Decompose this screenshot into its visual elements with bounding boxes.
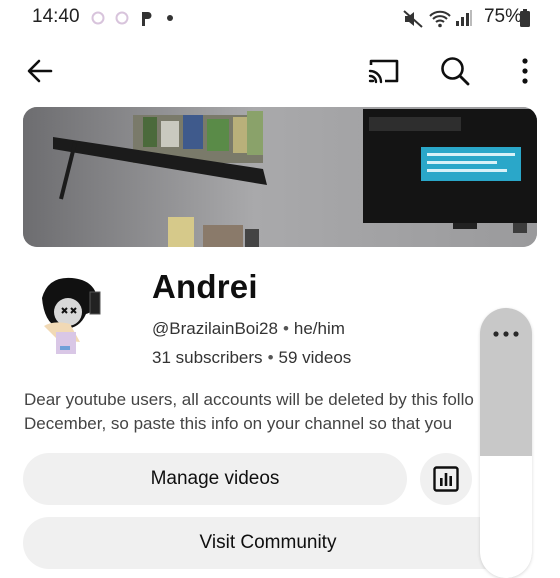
banner-image bbox=[23, 107, 537, 247]
more-horiz-icon bbox=[493, 331, 519, 337]
more-options-button[interactable] bbox=[503, 49, 547, 93]
channel-handle-line: @BrazilainBoi28 • he/him bbox=[152, 319, 345, 339]
search-icon bbox=[441, 57, 470, 86]
back-arrow-icon bbox=[27, 59, 53, 83]
separator-dot: • bbox=[282, 319, 289, 338]
subscriber-count: 31 subscribers bbox=[152, 348, 263, 367]
search-button[interactable] bbox=[433, 49, 477, 93]
dot-icon bbox=[167, 15, 173, 21]
channel-description[interactable]: Dear youtube users, all accounts will be… bbox=[24, 388, 504, 436]
more-vert-icon bbox=[522, 58, 528, 84]
cast-button[interactable] bbox=[362, 49, 406, 93]
manage-videos-button[interactable]: Manage videos bbox=[23, 453, 407, 505]
cast-icon bbox=[368, 59, 399, 84]
channel-name: Andrei bbox=[152, 268, 258, 305]
description-line: Dear youtube users, all accounts will be… bbox=[24, 390, 474, 409]
back-button[interactable] bbox=[18, 49, 62, 93]
pocket-icon bbox=[142, 12, 152, 26]
description-line: December, so paste this info on your cha… bbox=[24, 414, 453, 433]
channel-stats-line: 31 subscribers • 59 videos bbox=[152, 348, 351, 368]
battery-percent: 75% bbox=[483, 6, 522, 27]
status-time: 14:40 bbox=[32, 6, 80, 27]
analytics-button[interactable] bbox=[420, 453, 472, 505]
analytics-icon bbox=[433, 466, 459, 492]
avatar-image bbox=[24, 268, 120, 364]
channel-pronouns: he/him bbox=[293, 319, 345, 338]
separator-dot: • bbox=[267, 348, 274, 367]
battery-icon bbox=[520, 9, 530, 27]
visit-community-button[interactable]: Visit Community bbox=[23, 517, 513, 569]
threads-icon bbox=[115, 11, 129, 25]
channel-banner[interactable] bbox=[23, 107, 537, 247]
signal-icon bbox=[456, 10, 472, 26]
video-count: 59 videos bbox=[278, 348, 352, 367]
floating-side-panel[interactable] bbox=[480, 308, 532, 578]
channel-avatar[interactable] bbox=[24, 268, 120, 364]
threads-icon bbox=[91, 11, 105, 25]
channel-handle: @BrazilainBoi28 bbox=[152, 319, 278, 338]
wifi-icon bbox=[429, 10, 451, 28]
mute-icon bbox=[403, 10, 423, 28]
